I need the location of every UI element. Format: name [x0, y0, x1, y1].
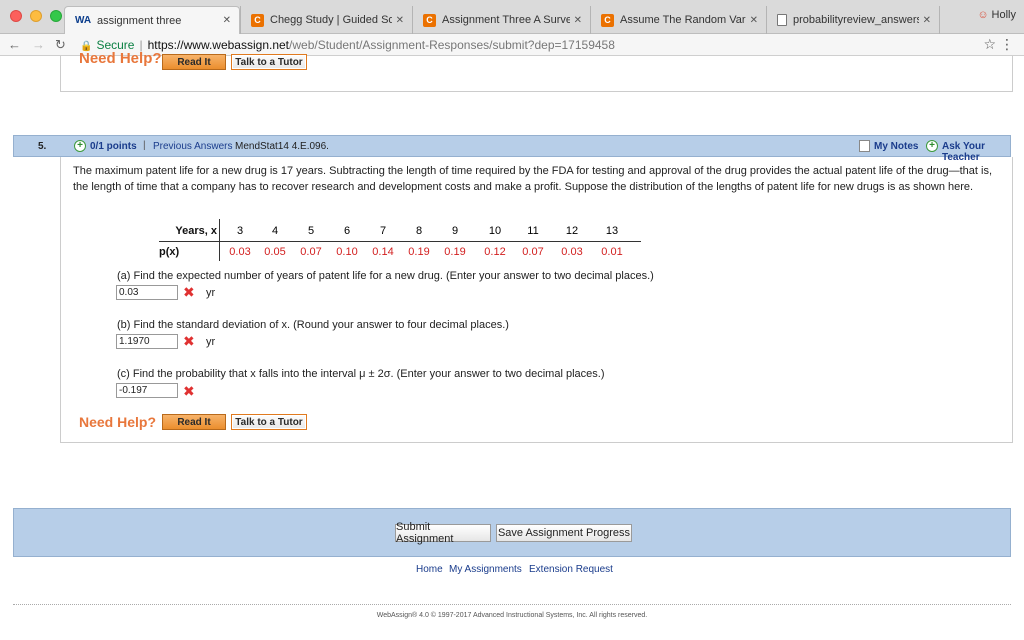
- points-link[interactable]: 0/1 points: [90, 141, 137, 152]
- my-notes-link[interactable]: My Notes: [874, 141, 918, 152]
- incorrect-x-icon: ✖: [183, 383, 195, 399]
- question-body: The maximum patent life for a new drug i…: [60, 157, 1013, 443]
- part-a-unit: yr: [206, 287, 216, 299]
- p-value: 0.19: [408, 246, 430, 258]
- minimize-window-button[interactable]: [30, 10, 42, 22]
- previous-answers-link[interactable]: Previous Answers: [153, 141, 232, 152]
- previous-question-box: Need Help? Read It Talk to a Tutor: [60, 50, 1013, 92]
- p-value: 0.01: [601, 246, 623, 258]
- url-path: /web/Student/Assignment-Responses/submit…: [289, 38, 615, 52]
- x-value: 3: [236, 225, 244, 237]
- tab-probability-review[interactable]: probabilityreview_answers.pc ✕: [766, 6, 940, 34]
- url-host: https://www.webassign.net: [147, 38, 290, 52]
- x-value: 5: [307, 225, 315, 237]
- p-value: 0.19: [444, 246, 466, 258]
- x-value: 9: [451, 225, 459, 237]
- part-c-answer-input[interactable]: -0.197: [116, 383, 178, 398]
- tab-title: Chegg Study | Guided Soluti: [270, 14, 392, 26]
- p-value: 0.05: [264, 246, 286, 258]
- save-progress-button[interactable]: Save Assignment Progress: [496, 524, 632, 542]
- tab-title: probabilityreview_answers.pc: [793, 14, 919, 26]
- question-source: MendStat14 4.E.096.: [235, 141, 329, 152]
- home-link[interactable]: Home: [416, 564, 443, 575]
- need-help-label: Need Help?: [79, 414, 157, 430]
- document-icon: [777, 14, 787, 26]
- question-number: 5.: [38, 141, 47, 152]
- x-value: 11: [527, 225, 539, 237]
- reload-icon[interactable]: ↻: [55, 37, 66, 53]
- read-it-button[interactable]: Read It: [162, 54, 226, 70]
- part-a-label: (a) Find the expected number of years of…: [117, 270, 654, 282]
- p-value: 0.03: [561, 246, 583, 258]
- p-value: 0.07: [522, 246, 544, 258]
- tab-title: assignment three: [97, 14, 182, 27]
- profile-button[interactable]: ☺ Holly: [977, 9, 1016, 21]
- back-arrow-icon[interactable]: ←: [8, 37, 21, 52]
- ask-teacher-plus-icon[interactable]: +: [926, 140, 938, 152]
- tab-random-variable[interactable]: C Assume The Random Variabl ✕: [590, 6, 766, 34]
- p-value: 0.03: [229, 246, 251, 258]
- years-header: Years, x: [175, 225, 217, 237]
- close-icon[interactable]: ✕: [923, 15, 931, 26]
- x-value: 7: [379, 225, 387, 237]
- tab-title: Assignment Three A Survey C: [442, 14, 570, 26]
- p-value: 0.12: [484, 246, 506, 258]
- bookmark-star-icon[interactable]: ☆: [983, 36, 996, 53]
- tab-chegg-guided[interactable]: C Chegg Study | Guided Soluti ✕: [240, 6, 412, 34]
- person-icon: ☺: [977, 9, 989, 21]
- x-value: 13: [605, 225, 619, 237]
- maximize-window-button[interactable]: [50, 10, 62, 22]
- p-value: 0.10: [336, 246, 358, 258]
- table-horizontal-rule: [159, 241, 641, 242]
- copyright-notice: WebAssign® 4.0 © 1997-2017 Advanced Inst…: [376, 612, 648, 619]
- close-icon[interactable]: ✕: [574, 15, 582, 26]
- part-b-unit: yr: [206, 336, 216, 348]
- talk-to-tutor-button[interactable]: Talk to a Tutor: [231, 54, 307, 70]
- submit-assignment-button[interactable]: Submit Assignment: [395, 521, 491, 545]
- webassign-logo-icon: WA: [74, 15, 92, 26]
- close-icon[interactable]: ✕: [750, 15, 758, 26]
- close-icon[interactable]: ✕: [396, 15, 404, 26]
- px-header: p(x): [159, 246, 180, 258]
- part-b-label: (b) Find the standard deviation of x. (R…: [117, 319, 509, 331]
- talk-to-tutor-button[interactable]: Talk to a Tutor: [231, 414, 307, 430]
- submit-panel: Submit Assignment Save Assignment Progre…: [13, 508, 1011, 557]
- need-help-label: Need Help?: [79, 50, 162, 67]
- notes-checkbox[interactable]: [859, 140, 870, 152]
- x-value: 6: [343, 225, 351, 237]
- browser-tab-bar: WA assignment three ✕ C Chegg Study | Gu…: [0, 0, 1024, 34]
- incorrect-x-icon: ✖: [183, 284, 195, 300]
- x-value: 4: [271, 225, 279, 237]
- footer-divider: [13, 604, 1011, 605]
- close-window-button[interactable]: [10, 10, 22, 22]
- chegg-icon: C: [601, 13, 614, 27]
- extension-request-link[interactable]: Extension Request: [529, 564, 613, 575]
- table-vertical-rule: [219, 219, 220, 261]
- profile-name: Holly: [991, 9, 1016, 21]
- expand-plus-icon[interactable]: +: [74, 140, 86, 152]
- chegg-icon: C: [423, 13, 436, 27]
- x-value: 10: [488, 225, 502, 237]
- my-assignments-link[interactable]: My Assignments: [449, 564, 522, 575]
- part-c-label: (c) Find the probability that x falls in…: [117, 368, 605, 380]
- part-a-answer-input[interactable]: 0.03: [116, 285, 178, 300]
- header-divider: |: [143, 140, 146, 151]
- close-icon[interactable]: ✕: [223, 15, 231, 26]
- part-b-answer-input[interactable]: 1.1970: [116, 334, 178, 349]
- question-header: 5. + 0/1 points | Previous Answers MendS…: [13, 135, 1011, 163]
- read-it-button[interactable]: Read It: [162, 414, 226, 430]
- chegg-icon: C: [251, 13, 264, 27]
- incorrect-x-icon: ✖: [183, 333, 195, 349]
- browser-menu-icon[interactable]: ⋮: [1000, 36, 1014, 53]
- tab-assignment-three[interactable]: WA assignment three ✕: [64, 6, 240, 34]
- tab-assignment-survey[interactable]: C Assignment Three A Survey C ✕: [412, 6, 590, 34]
- p-value: 0.14: [372, 246, 394, 258]
- tab-title: Assume The Random Variabl: [620, 14, 746, 26]
- p-value: 0.07: [300, 246, 322, 258]
- x-value: 8: [415, 225, 423, 237]
- question-prompt: The maximum patent life for a new drug i…: [73, 165, 993, 193]
- x-value: 12: [565, 225, 579, 237]
- forward-arrow-icon[interactable]: →: [32, 37, 45, 52]
